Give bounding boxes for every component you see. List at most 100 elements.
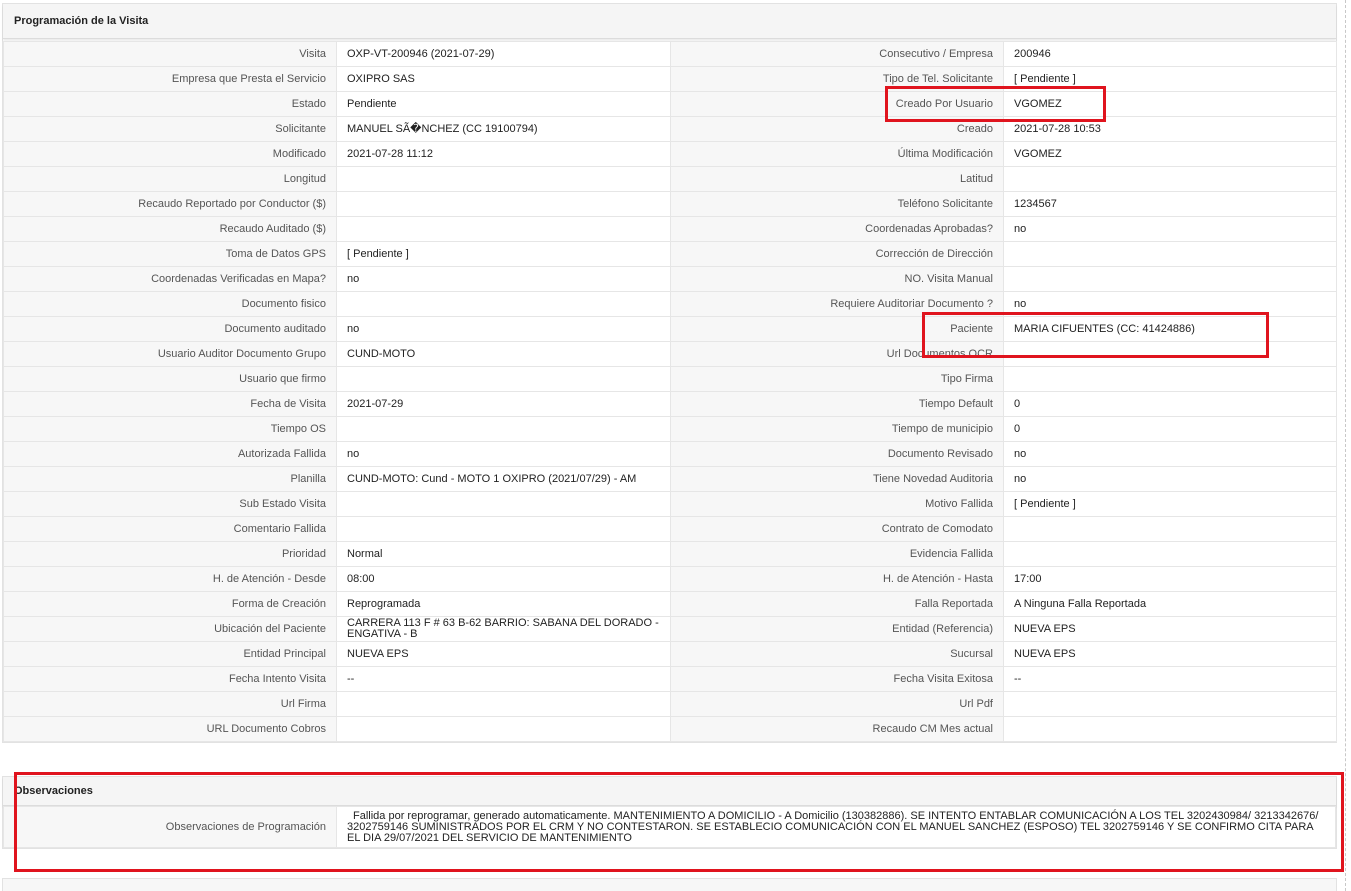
field-label: H. de Atención - Hasta [670,566,1004,592]
field-value: no [1003,441,1337,467]
field-label: Fecha Visita Exitosa [670,666,1004,692]
detail-row: Usuario Auditor Documento Grupo CUND-MOTO… [3,341,1337,367]
detail-row: Forma de Creación Reprogramada Falla Repor… [3,591,1337,617]
field-label: Url Documentos OCR [670,341,1004,367]
field-value [1003,241,1337,267]
programacion-panel: Programación de la Visita Visita OXP-VT-2… [2,3,1337,743]
field-label: Contrato de Comodato [670,516,1004,542]
detail-row: Recaudo Auditado ($) Coordenadas Aprobada… [3,216,1337,242]
field-value: Normal [336,541,671,567]
field-label: Estado [3,91,337,117]
field-value: NUEVA EPS [336,641,671,667]
page-dashed-border [1345,0,1346,891]
field-label: Coordenadas Verificadas en Mapa? [3,266,337,292]
field-value: no [1003,466,1337,492]
field-label: H. de Atención - Desde [3,566,337,592]
field-value: Reprogramada [336,591,671,617]
field-value: [ Pendiente ] [1003,66,1337,92]
observaciones-text: Fallida por reprogramar, generado automa… [336,806,1336,848]
field-label: Motivo Fallida [670,491,1004,517]
field-value [336,491,671,517]
field-value: -- [1003,666,1337,692]
detail-row: Fecha de Visita 2021-07-29 Tiempo Default… [3,391,1337,417]
detail-row: Tiempo OS Tiempo de municipio 0 [3,416,1337,442]
field-value [336,291,671,317]
detail-row: Autorizada Fallida no Documento Revisado … [3,441,1337,467]
field-value: Pendiente [336,91,671,117]
field-label: Tiene Novedad Auditoria [670,466,1004,492]
field-label: Requiere Auditoriar Documento ? [670,291,1004,317]
observaciones-row: Observaciones de Programación Fallida po… [3,806,1336,848]
detail-row: Documento auditado no Paciente MARIA CIFUE… [3,316,1337,342]
field-label: Tiempo OS [3,416,337,442]
field-value: 2021-07-29 [336,391,671,417]
field-label: Fecha Intento Visita [3,666,337,692]
detail-row: Coordenadas Verificadas en Mapa? no NO. V… [3,266,1337,292]
field-value: 200946 [1003,41,1337,67]
field-value [336,516,671,542]
field-value: 2021-07-28 11:12 [336,141,671,167]
field-value: no [336,316,671,342]
observaciones-panel: Observaciones Observaciones de Programac… [2,776,1337,849]
detail-row: Solicitante MANUEL SÃ�NCHEZ (CC 19100794)… [3,116,1337,142]
field-label: Documento Revisado [670,441,1004,467]
field-label: Empresa que Presta el Servicio [3,66,337,92]
field-value: no [336,266,671,292]
field-value: -- [336,666,671,692]
field-label: Sub Estado Visita [3,491,337,517]
field-label: Planilla [3,466,337,492]
field-label: Solicitante [3,116,337,142]
field-value: no [336,441,671,467]
field-label: Autorizada Fallida [3,441,337,467]
field-value: CUND-MOTO: Cund - MOTO 1 OXIPRO (2021/07… [336,466,671,492]
field-value [336,416,671,442]
field-label: Documento auditado [3,316,337,342]
field-label: Falla Reportada [670,591,1004,617]
field-label: Recaudo Auditado ($) [3,216,337,242]
observaciones-title: Observaciones [3,777,1336,806]
field-label: Fecha de Visita [3,391,337,417]
field-label: Usuario Auditor Documento Grupo [3,341,337,367]
field-value [1003,166,1337,192]
field-value: CUND-MOTO [336,341,671,367]
field-value: MARIA CIFUENTES (CC: 41424886) [1003,316,1337,342]
field-label: Longitud [3,166,337,192]
detail-row: Empresa que Presta el Servicio OXIPRO SAS… [3,66,1337,92]
field-value: VGOMEZ [1003,141,1337,167]
field-label: Última Modificación [670,141,1004,167]
field-label: Corrección de Dirección [670,241,1004,267]
field-label: Ubicación del Paciente [3,616,337,642]
field-label: NO. Visita Manual [670,266,1004,292]
detail-row: Modificado 2021-07-28 11:12 Última Modific… [3,141,1337,167]
field-value [1003,691,1337,717]
field-label: URL Documento Cobros [3,716,337,742]
detail-table-body: Visita OXP-VT-200946 (2021-07-29) Consecut… [3,41,1337,742]
detail-row: Sub Estado Visita Motivo Fallida[ Pendien… [3,491,1337,517]
observaciones-table: Observaciones de Programación Fallida po… [3,806,1336,848]
field-label: Url Pdf [670,691,1004,717]
field-label: Tipo de Tel. Solicitante [670,66,1004,92]
detail-row: URL Documento Cobros Recaudo CM Mes actua… [3,716,1337,742]
field-label: Latitud [670,166,1004,192]
field-value: 0 [1003,391,1337,417]
field-label: Documento fisico [3,291,337,317]
detail-row: Estado Pendiente Creado Por Usuario VGOMEZ [3,91,1337,117]
detail-row: Recaudo Reportado por Conductor ($) Teléf… [3,191,1337,217]
field-value [1003,716,1337,742]
field-label: Tipo Firma [670,366,1004,392]
field-value [336,691,671,717]
observaciones-label: Observaciones de Programación [3,806,337,848]
detail-row: Prioridad Normal Evidencia Fallida [3,541,1337,567]
field-label: Usuario que firmo [3,366,337,392]
field-label: Toma de Datos GPS [3,241,337,267]
detail-table: Visita OXP-VT-200946 (2021-07-29) Consecut… [3,41,1337,742]
field-label: Visita [3,41,337,67]
field-label: Prioridad [3,541,337,567]
detail-row: H. de Atención - Desde 08:00 H. de Atenció… [3,566,1337,592]
field-value: VGOMEZ [1003,91,1337,117]
field-value [336,166,671,192]
field-value [336,716,671,742]
field-value: no [1003,291,1337,317]
field-label: Teléfono Solicitante [670,191,1004,217]
field-value: NUEVA EPS [1003,641,1337,667]
